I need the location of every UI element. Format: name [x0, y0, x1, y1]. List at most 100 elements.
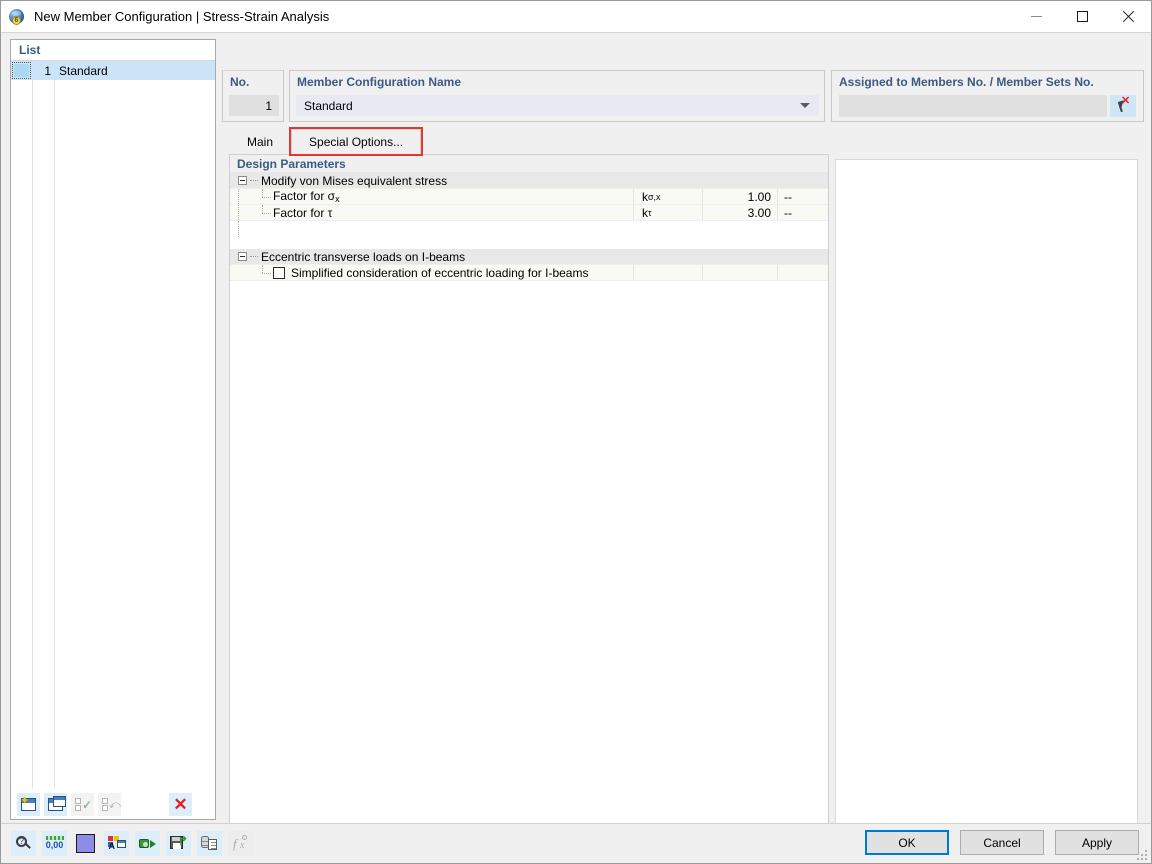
list-toolbar: ✦ ✓ ⤺ ✕ — [11, 789, 215, 819]
spacer-row — [230, 237, 828, 249]
colors-label-icon: A — [107, 836, 126, 851]
group-label: Eccentric transverse loads on I-beams — [261, 249, 466, 264]
floppy-save-icon: ↱ — [170, 835, 188, 851]
row-symbol — [633, 265, 702, 280]
selection-focus-outline — [12, 62, 31, 79]
dialog-body: List 1 Standard ✦ ✓ ⤺ ✕ No. 1 Member Con… — [1, 32, 1151, 838]
red-x-icon: ✕ — [173, 794, 188, 814]
collapse-icon[interactable] — [238, 252, 247, 261]
design-parameters-grid: Modify von Mises equivalent stress Facto… — [230, 173, 828, 281]
simplified-consideration-checkbox[interactable] — [273, 266, 285, 279]
minimize-button[interactable] — [1013, 1, 1059, 32]
row-value[interactable]: 1.00 — [702, 189, 777, 204]
globe-icon: 6 — [7, 7, 27, 27]
new-window-icon: ✦ — [20, 795, 36, 811]
row-symbol: kτ — [633, 205, 702, 220]
pick-cursor-icon: ✕ — [1115, 96, 1131, 114]
green-link-arrow-icon — [138, 837, 157, 851]
bottom-toolbar: ? 0,00 A ↱ f x — [11, 831, 253, 856]
fx-formula-icon: fx — [232, 835, 249, 851]
delete-configuration-button[interactable]: ✕ — [169, 792, 192, 816]
collapse-icon[interactable] — [238, 176, 247, 185]
group-row-eccentric-loads[interactable]: Eccentric transverse loads on I-beams — [230, 249, 828, 265]
configuration-name-combobox[interactable]: Standard — [296, 95, 819, 116]
special-options-panel: Design Parameters Modify von Mises equiv… — [229, 154, 829, 838]
assigned-block: Assigned to Members No. / Member Sets No… — [831, 70, 1144, 122]
display-properties-button[interactable]: A — [104, 831, 129, 856]
number-value: 1 — [229, 95, 279, 116]
close-button[interactable] — [1105, 1, 1151, 32]
info-button[interactable]: ? — [11, 831, 36, 856]
row-value[interactable]: 3.00 — [702, 205, 777, 220]
row-label: Factor for τ — [273, 205, 333, 220]
preview-panel — [835, 159, 1138, 838]
bottom-bar: ? 0,00 A ↱ f x OK Cancel Apply — [1, 823, 1151, 863]
cancel-button[interactable]: Cancel — [960, 830, 1044, 855]
tree-dash — [250, 180, 258, 181]
maximize-button[interactable] — [1059, 1, 1105, 32]
window-title: New Member Configuration | Stress-Strain… — [34, 9, 330, 24]
invert-selection-button[interactable]: ⤺ — [98, 792, 121, 816]
import-button[interactable] — [135, 831, 160, 856]
save-configuration-button[interactable]: ↱ — [166, 831, 191, 856]
database-document-icon — [201, 836, 218, 851]
list-header: List — [11, 40, 215, 61]
title-bar: 6 New Member Configuration | Stress-Stra… — [1, 1, 1151, 32]
configuration-name-value: Standard — [304, 98, 353, 113]
tab-strip: Main Special Options... — [229, 127, 1144, 156]
color-button[interactable] — [73, 831, 98, 856]
apply-button-label: Apply — [1081, 835, 1113, 850]
tree-branch — [249, 265, 273, 280]
units-button[interactable]: 0,00 — [42, 831, 67, 856]
ok-button-label: OK — [898, 835, 916, 850]
magnifier-question-icon: ? — [16, 836, 31, 851]
list-item-number: 1 — [44, 63, 51, 78]
tab-special-options-label: Special Options... — [309, 134, 404, 149]
formula-button[interactable]: fx — [228, 831, 253, 856]
color-swatch-icon — [76, 834, 95, 853]
tree-branch — [249, 205, 273, 220]
configuration-list-panel: List 1 Standard ✦ ✓ ⤺ ✕ — [10, 39, 216, 820]
list-column-separator-2 — [54, 80, 55, 789]
resize-grip[interactable] — [1135, 848, 1147, 860]
tab-special-options[interactable]: Special Options... — [289, 127, 424, 156]
dialog-buttons: OK Cancel Apply — [865, 830, 1139, 855]
list-item[interactable]: 1 Standard — [11, 61, 215, 80]
checkbox-swap-icon: ⤺ — [102, 797, 121, 811]
row-unit: -- — [777, 189, 824, 204]
table-row[interactable]: Simplified consideration of eccentric lo… — [230, 265, 828, 281]
list-item-label: Standard — [59, 63, 108, 78]
chevron-down-icon — [800, 103, 810, 109]
copy-configuration-button[interactable] — [44, 792, 67, 816]
row-value — [702, 265, 777, 280]
minimize-icon — [1030, 16, 1042, 17]
table-row[interactable]: Factor for σx k σ,x 1.00 -- — [230, 189, 828, 205]
configuration-name-block: Member Configuration Name Standard — [289, 70, 825, 122]
ok-button[interactable]: OK — [865, 830, 949, 855]
duplicate-window-icon — [48, 795, 66, 811]
apply-button[interactable]: Apply — [1055, 830, 1139, 855]
dialog-window: 6 New Member Configuration | Stress-Stra… — [0, 0, 1152, 864]
group-label: Modify von Mises equivalent stress — [261, 173, 448, 188]
select-all-button[interactable]: ✓ — [71, 792, 94, 816]
pick-members-button[interactable]: ✕ — [1110, 95, 1136, 117]
tab-main[interactable]: Main — [229, 129, 291, 154]
assigned-input[interactable] — [839, 95, 1107, 117]
number-block: No. 1 — [222, 70, 284, 122]
assigned-label: Assigned to Members No. / Member Sets No… — [839, 75, 1094, 89]
tree-dash — [250, 256, 258, 257]
cancel-button-label: Cancel — [983, 835, 1021, 850]
tree-indent — [233, 205, 249, 220]
database-button[interactable] — [197, 831, 222, 856]
maximize-icon — [1076, 11, 1088, 22]
group-row-modify-von-mises[interactable]: Modify von Mises equivalent stress — [230, 173, 828, 189]
new-configuration-button[interactable]: ✦ — [17, 792, 40, 816]
tree-indent — [233, 189, 249, 204]
tree-branch — [249, 189, 273, 204]
row-symbol: k σ,x — [633, 189, 702, 204]
table-row[interactable]: Factor for τ kτ 3.00 -- — [230, 205, 828, 221]
design-parameters-header: Design Parameters — [230, 155, 828, 173]
tab-main-label: Main — [247, 134, 274, 149]
window-controls — [1013, 1, 1151, 32]
